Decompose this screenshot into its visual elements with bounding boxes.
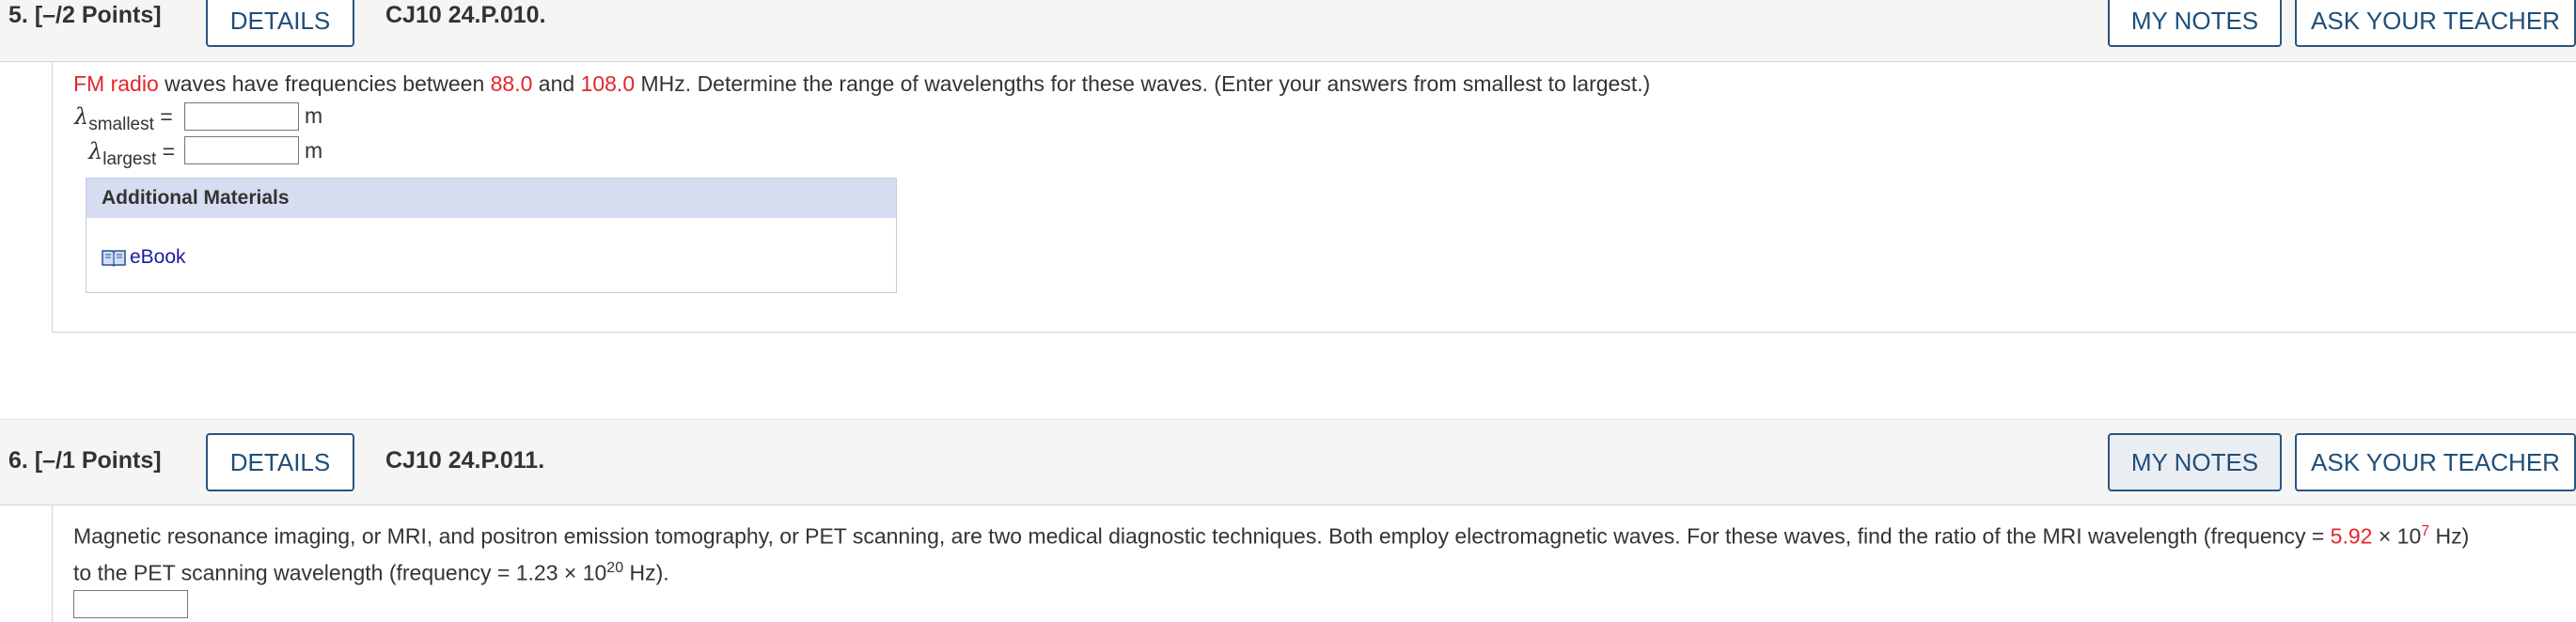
- details-button[interactable]: DETAILS: [206, 0, 354, 47]
- unit-label: m: [305, 103, 323, 128]
- question-5-header: 5. [–/2 Points] DETAILS CJ10 24.P.010. M…: [0, 0, 2576, 62]
- ask-your-teacher-button[interactable]: ASK YOUR TEACHER: [2295, 0, 2576, 47]
- my-notes-button[interactable]: MY NOTES: [2108, 433, 2282, 491]
- lambda-smallest-label: λsmallest =: [74, 103, 173, 134]
- lambda-smallest-input[interactable]: [184, 102, 299, 131]
- book-icon: [102, 248, 126, 268]
- my-notes-button[interactable]: MY NOTES: [2108, 0, 2282, 47]
- question-code: CJ10 24.P.011.: [385, 447, 545, 474]
- question-number: 6. [–/1 Points]: [8, 447, 162, 474]
- lambda-largest-label: λlargest =: [88, 138, 176, 169]
- question-text-line-2: to the PET scanning wavelength (frequenc…: [73, 560, 669, 585]
- ratio-answer-input[interactable]: [73, 590, 188, 618]
- details-button[interactable]: DETAILS: [206, 433, 354, 491]
- question-6-body: Magnetic resonance imaging, or MRI, and …: [52, 505, 2576, 622]
- lambda-largest-input[interactable]: [184, 136, 299, 164]
- question-5-body: FM radio waves have frequencies between …: [52, 62, 2576, 333]
- additional-materials-title: Additional Materials: [86, 179, 896, 218]
- question-text-line-1: Magnetic resonance imaging, or MRI, and …: [73, 523, 2470, 549]
- ebook-link[interactable]: eBook: [102, 246, 186, 269]
- question-number: 5. [–/2 Points]: [8, 2, 162, 28]
- question-6-header: 6. [–/1 Points] DETAILS CJ10 24.P.011. M…: [0, 419, 2576, 505]
- ebook-label: eBook: [130, 246, 186, 268]
- question-code: CJ10 24.P.010.: [385, 2, 546, 28]
- unit-label: m: [305, 138, 323, 163]
- additional-materials-panel: Additional Materials eBook: [86, 178, 897, 293]
- ask-your-teacher-button[interactable]: ASK YOUR TEACHER: [2295, 433, 2576, 491]
- question-text: FM radio waves have frequencies between …: [73, 71, 1651, 96]
